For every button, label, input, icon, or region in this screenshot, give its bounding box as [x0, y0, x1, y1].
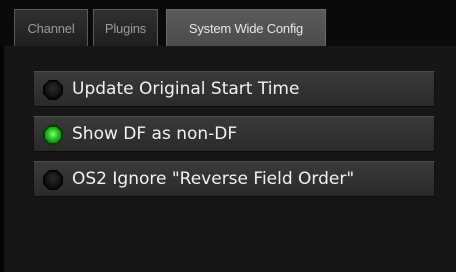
tab-channel[interactable]: Channel: [14, 9, 88, 46]
tab-plugins[interactable]: Plugins: [93, 9, 158, 46]
toggle-label: Show DF as non-DF: [72, 124, 238, 144]
tab-system-wide-config-label: System Wide Config: [188, 21, 304, 36]
led-on-icon: [42, 124, 64, 146]
led-off-icon: [42, 169, 64, 191]
tab-plugins-label: Plugins: [104, 20, 147, 36]
toggle-label: OS2 Ignore "Reverse Field Order": [72, 169, 355, 189]
led-off-icon: [42, 79, 64, 101]
toggle-label: Update Original Start Time: [72, 79, 300, 99]
toggle-os2-ignore-reverse-field-order[interactable]: OS2 Ignore "Reverse Field Order": [33, 161, 435, 197]
toggle-show-df-as-non-df[interactable]: Show DF as non-DF: [33, 116, 435, 152]
tab-bar: Channel Plugins System Wide Config: [0, 0, 456, 47]
tab-system-wide-config[interactable]: System Wide Config: [166, 9, 326, 47]
toggle-update-original-start-time[interactable]: Update Original Start Time: [33, 71, 435, 107]
tab-channel-label: Channel: [27, 20, 75, 36]
